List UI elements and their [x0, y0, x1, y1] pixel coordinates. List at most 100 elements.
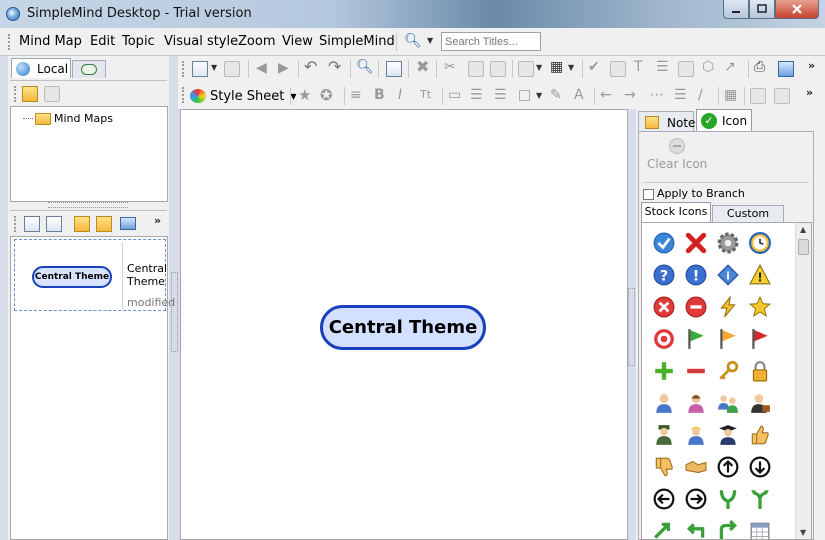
shape-tool-icon[interactable]: ⬡	[702, 59, 714, 75]
undo-icon[interactable]: ↶	[304, 59, 317, 75]
worker-icon[interactable]	[680, 419, 712, 451]
icons-scrollbar[interactable]: ▲ ▼	[795, 223, 811, 539]
line-style-icon[interactable]: ☰	[674, 87, 687, 103]
people-icon[interactable]	[712, 387, 744, 419]
style-paste-icon[interactable]	[774, 88, 790, 104]
layout-icon[interactable]: ▦	[550, 59, 563, 75]
search-dropdown-icon[interactable]: ▼	[427, 36, 433, 45]
merge-arrow-icon[interactable]	[712, 483, 744, 515]
tab-local[interactable]: Local	[11, 58, 71, 78]
fill-color-icon[interactable]: □	[518, 87, 531, 103]
dash-style-icon[interactable]: ⋯	[650, 87, 664, 103]
left-panel-collapse-handle[interactable]	[171, 272, 178, 352]
handshake-icon[interactable]	[680, 451, 712, 483]
toolbar-grip[interactable]	[182, 87, 185, 103]
new-mind-map-icon[interactable]	[192, 61, 208, 77]
key-icon[interactable]	[712, 355, 744, 387]
text-tool-icon[interactable]: T	[634, 59, 643, 75]
clipboard-icon[interactable]	[518, 61, 534, 77]
style-copy-icon[interactable]	[750, 88, 766, 104]
more-tools-button[interactable]: »	[806, 86, 813, 99]
more-tools-button[interactable]: »	[808, 59, 815, 72]
list-tool-icon[interactable]: ☰	[656, 59, 669, 75]
toolbar-grip[interactable]	[14, 216, 17, 232]
border-style-icon[interactable]: ☰	[494, 87, 507, 103]
image-tool-icon[interactable]	[610, 61, 626, 77]
connect-tool-icon[interactable]: ↗	[724, 59, 736, 75]
scroll-up-icon[interactable]: ▲	[800, 225, 806, 234]
panel-splitter[interactable]	[48, 202, 128, 208]
checklist-tool-icon[interactable]	[678, 61, 694, 77]
search-icon[interactable]: 🔍︎	[404, 33, 422, 49]
tree-item-mind-maps[interactable]: Mind Maps	[23, 112, 113, 125]
arrow-left-style-icon[interactable]: ←	[600, 87, 612, 103]
clipboard-dropdown-icon[interactable]: ▼	[536, 60, 542, 76]
apply-to-branch-checkbox[interactable]	[643, 188, 654, 200]
move-document-icon[interactable]	[74, 216, 90, 232]
arrow-up-circle-icon[interactable]	[712, 451, 744, 483]
businessman-icon[interactable]	[744, 387, 776, 419]
folder-settings-icon[interactable]	[44, 86, 60, 102]
more-tools-button[interactable]: »	[154, 214, 161, 227]
text-color-icon[interactable]: A	[574, 87, 584, 103]
mind-map-canvas[interactable]: Central Theme	[180, 109, 628, 540]
menu-zoom[interactable]: Zoom	[238, 34, 275, 49]
fill-dropdown-icon[interactable]: ▼	[536, 88, 542, 104]
copy-icon[interactable]	[468, 61, 484, 77]
save-icon[interactable]	[224, 61, 240, 77]
add-topic-icon[interactable]	[386, 61, 402, 77]
lightning-icon[interactable]	[712, 291, 744, 323]
soldier-icon[interactable]	[648, 419, 680, 451]
curve-style-icon[interactable]: ∕	[698, 87, 703, 103]
green-return-arrow-icon[interactable]	[680, 515, 712, 539]
new-document-icon[interactable]	[24, 216, 40, 232]
person-male-icon[interactable]	[648, 387, 680, 419]
menu-topic[interactable]: Topic	[122, 34, 155, 49]
italic-icon[interactable]: I	[398, 87, 402, 103]
star-style-icon[interactable]: ★	[298, 87, 311, 103]
question-icon[interactable]: ?	[648, 259, 680, 291]
lock-icon[interactable]	[744, 355, 776, 387]
plus-icon[interactable]	[648, 355, 680, 387]
clear-icon-button[interactable]: Clear Icon	[647, 157, 707, 171]
email-icon[interactable]	[120, 217, 136, 230]
tab-stock-icons[interactable]: Stock Icons	[641, 202, 711, 222]
clock-icon[interactable]	[744, 227, 776, 259]
menu-edit[interactable]: Edit	[90, 34, 115, 49]
green-turn-arrow-icon[interactable]	[712, 515, 744, 539]
duplicate-document-icon[interactable]	[46, 216, 62, 232]
delete-icon[interactable]: ✖	[416, 59, 429, 75]
orange-flag-icon[interactable]	[712, 323, 744, 355]
toolbar-grip[interactable]	[14, 86, 17, 102]
border-shape-icon[interactable]: ▭	[448, 87, 461, 103]
central-topic-node[interactable]: Central Theme	[320, 305, 486, 350]
split-arrow-icon[interactable]	[744, 483, 776, 515]
warning-icon[interactable]: !	[744, 259, 776, 291]
close-button[interactable]	[775, 0, 819, 19]
grid-layout-icon[interactable]: ▦	[724, 87, 737, 103]
line-width-icon[interactable]: ☰	[470, 87, 483, 103]
tab-note[interactable]: Note	[638, 111, 695, 131]
exclamation-icon[interactable]: !	[680, 259, 712, 291]
green-arrow-icon[interactable]	[648, 515, 680, 539]
new-dropdown-icon[interactable]: ▼	[211, 60, 217, 76]
redo-icon[interactable]: ↷	[328, 59, 341, 75]
forward-icon[interactable]: ▶	[278, 60, 289, 76]
back-icon[interactable]: ◀	[256, 60, 267, 76]
menu-visual-style[interactable]: Visual style	[164, 34, 238, 49]
paste-icon[interactable]	[490, 61, 506, 77]
arrow-left-circle-icon[interactable]	[648, 483, 680, 515]
print-icon[interactable]: ⎙	[754, 59, 765, 75]
scroll-thumb[interactable]	[798, 239, 809, 255]
red-cross-icon[interactable]	[680, 227, 712, 259]
person-female-icon[interactable]	[680, 387, 712, 419]
calendar-icon[interactable]	[744, 515, 776, 539]
thumbs-up-icon[interactable]	[744, 419, 776, 451]
font-size-icon[interactable]: Tt	[420, 87, 431, 103]
menu-simplemind[interactable]: SimpleMind	[319, 34, 395, 49]
apply-to-branch-row[interactable]: Apply to Branch	[643, 182, 809, 200]
export-document-icon[interactable]	[96, 216, 112, 232]
menu-mind-map[interactable]: Mind Map	[19, 34, 82, 49]
target-icon[interactable]	[648, 323, 680, 355]
tab-icon[interactable]: ✓ Icon	[696, 109, 752, 133]
